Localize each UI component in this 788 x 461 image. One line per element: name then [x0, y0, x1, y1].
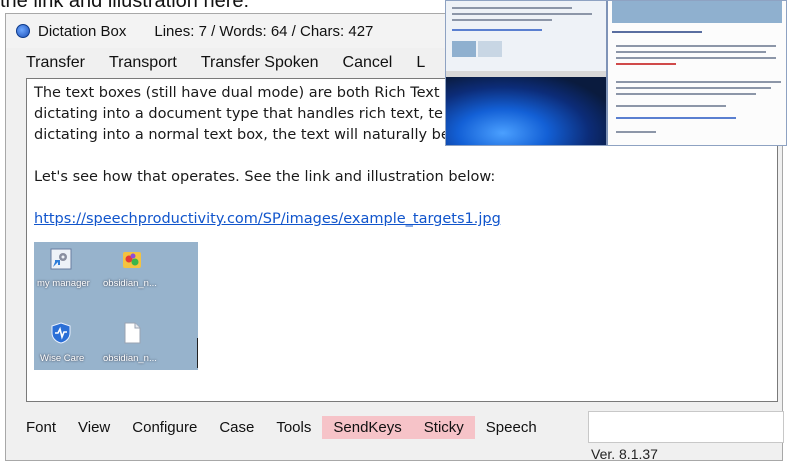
app-icon — [16, 24, 30, 38]
gear-shortcut-icon — [50, 248, 72, 270]
menu-transfer-spoken[interactable]: Transfer Spoken — [189, 54, 331, 72]
command-input[interactable] — [588, 411, 784, 443]
menu-sticky[interactable]: Sticky — [412, 415, 475, 439]
text-stats: Lines: 7 / Words: 64 / Chars: 427 — [154, 22, 374, 40]
menu-view[interactable]: View — [67, 416, 121, 439]
menu-truncated-item[interactable]: L — [404, 54, 437, 72]
desktop-icon-label: obsidian_n... — [103, 353, 157, 364]
menu-speech[interactable]: Speech — [475, 416, 548, 439]
desktop-icon-label: Wise Care — [40, 353, 85, 364]
example-targets-link[interactable]: https://speechproductivity.com/SP/images… — [34, 211, 501, 227]
menu-transfer[interactable]: Transfer — [6, 54, 97, 72]
screenshot-thumbnail-overlay — [445, 0, 787, 146]
document-icon — [124, 322, 141, 344]
wise-care-icon — [51, 322, 71, 344]
menu-cancel[interactable]: Cancel — [331, 54, 405, 72]
desktop-illustration: my manager obsidian_n... Wise Care obsid… — [34, 242, 198, 370]
thumbnail-wallpaper — [446, 77, 608, 145]
editor-line-4: Let's see how that operates. See the lin… — [34, 169, 496, 185]
menu-sendkeys[interactable]: SendKeys — [322, 415, 413, 439]
version-label: Ver. 8.1.37 — [591, 446, 658, 461]
background-partial-text: the link and illustration here: — [0, 0, 250, 12]
menu-case[interactable]: Case — [208, 416, 265, 439]
desktop-icon-label: obsidian_n... — [103, 278, 157, 289]
top-menu-bar: Transfer Transport Transfer Spoken Cance… — [6, 50, 437, 76]
thumbnail-left-pane — [446, 1, 608, 145]
menu-font[interactable]: Font — [6, 416, 67, 439]
desktop-icon-label: my manager — [37, 278, 90, 289]
thumbnail-right-pane — [606, 1, 786, 145]
bottom-menu-bar: Font View Configure Case Tools SendKeys … — [6, 414, 548, 440]
selection-edge — [197, 338, 198, 368]
menu-tools[interactable]: Tools — [265, 416, 322, 439]
window-title: Dictation Box — [38, 22, 127, 40]
menu-transport[interactable]: Transport — [97, 54, 189, 72]
menu-configure[interactable]: Configure — [121, 416, 208, 439]
app-folder-icon — [123, 252, 141, 268]
